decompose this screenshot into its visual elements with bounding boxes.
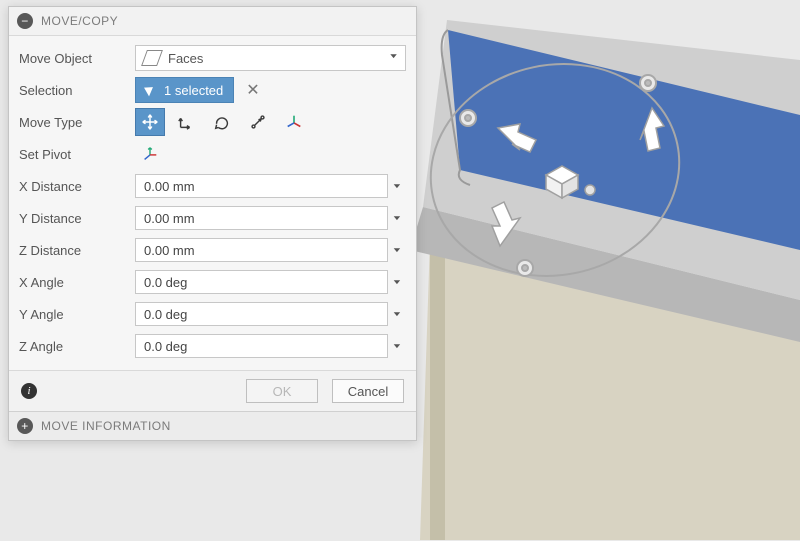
z-angle-label: Z Angle (19, 339, 127, 354)
y-distance-input[interactable] (135, 206, 388, 230)
x-distance-input[interactable] (135, 174, 388, 198)
faces-icon (141, 50, 163, 66)
expand-icon[interactable]: + (17, 418, 33, 434)
info-icon[interactable]: i (21, 383, 37, 399)
panel-header[interactable]: − MOVE/COPY (9, 7, 416, 35)
chevron-down-icon[interactable]: ▼ (388, 278, 406, 285)
z-angle-input[interactable] (135, 334, 388, 358)
z-distance-label: Z Distance (19, 243, 127, 258)
chevron-down-icon[interactable]: ▼ (388, 214, 406, 221)
chevron-down-icon: ▼ (388, 52, 399, 59)
chevron-down-icon[interactable]: ▼ (388, 182, 406, 189)
x-angle-label: X Angle (19, 275, 127, 290)
x-angle-input[interactable] (135, 270, 388, 294)
cancel-button[interactable]: Cancel (332, 379, 404, 403)
move-information-title: MOVE INFORMATION (41, 419, 171, 433)
move-type-label: Move Type (19, 115, 127, 130)
chevron-down-icon[interactable]: ▼ (388, 246, 406, 253)
y-distance-label: Y Distance (19, 211, 127, 226)
selection-label: Selection (19, 83, 127, 98)
set-pivot-label: Set Pivot (19, 147, 127, 162)
move-information-header[interactable]: + MOVE INFORMATION (9, 411, 416, 440)
panel-title: MOVE/COPY (41, 14, 118, 28)
set-pivot-button[interactable] (135, 140, 165, 168)
move-object-label: Move Object (19, 51, 127, 66)
move-copy-panel: − MOVE/COPY Move Object Faces ▼ Selectio… (8, 6, 417, 441)
clear-selection-button[interactable]: ✕ (242, 80, 263, 100)
chevron-down-icon[interactable]: ▼ (388, 342, 406, 349)
move-type-rotate[interactable] (207, 108, 237, 136)
move-type-translate[interactable] (171, 108, 201, 136)
selection-chip[interactable]: 1 selected (135, 77, 234, 103)
move-object-value: Faces (168, 51, 203, 66)
collapse-icon[interactable]: − (17, 13, 33, 29)
ok-button[interactable]: OK (246, 379, 318, 403)
panel-footer: i OK Cancel (9, 371, 416, 411)
move-type-axis-align[interactable] (279, 108, 309, 136)
move-type-toolbar (135, 108, 309, 136)
x-distance-label: X Distance (19, 179, 127, 194)
move-type-point-to-point[interactable] (243, 108, 273, 136)
move-type-free[interactable] (135, 108, 165, 136)
y-angle-label: Y Angle (19, 307, 127, 322)
y-angle-input[interactable] (135, 302, 388, 326)
move-object-dropdown[interactable]: Faces ▼ (135, 45, 406, 71)
cursor-icon (144, 84, 156, 97)
chevron-down-icon[interactable]: ▼ (388, 310, 406, 317)
z-distance-input[interactable] (135, 238, 388, 262)
